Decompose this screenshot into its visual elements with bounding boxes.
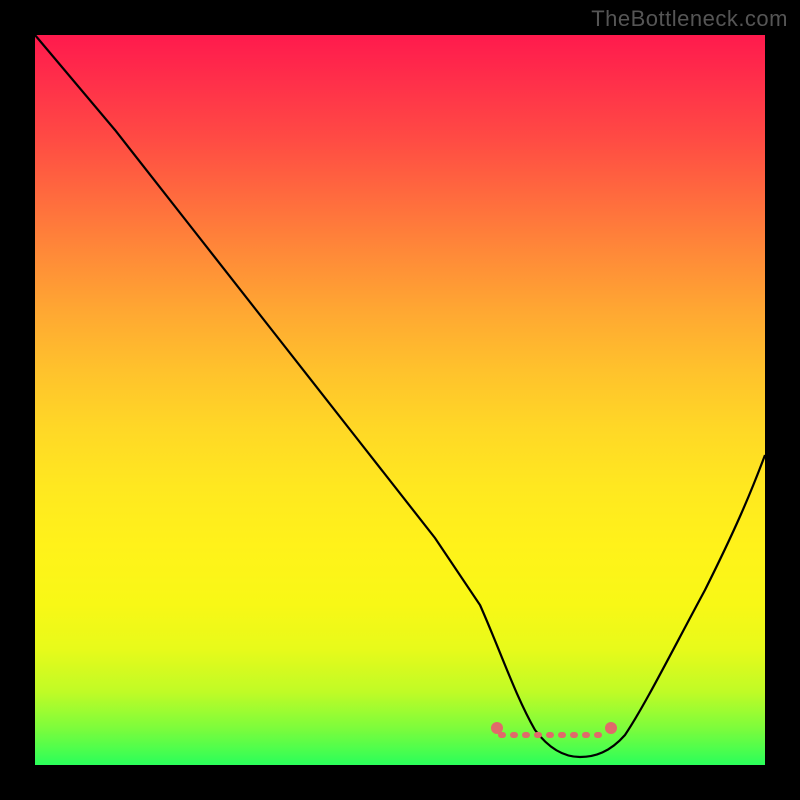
chart-svg bbox=[35, 35, 765, 765]
chart-plot-area bbox=[35, 35, 765, 765]
optimal-end-marker bbox=[605, 722, 617, 734]
bottleneck-curve-line bbox=[35, 35, 765, 757]
watermark-text: TheBottleneck.com bbox=[591, 6, 788, 32]
